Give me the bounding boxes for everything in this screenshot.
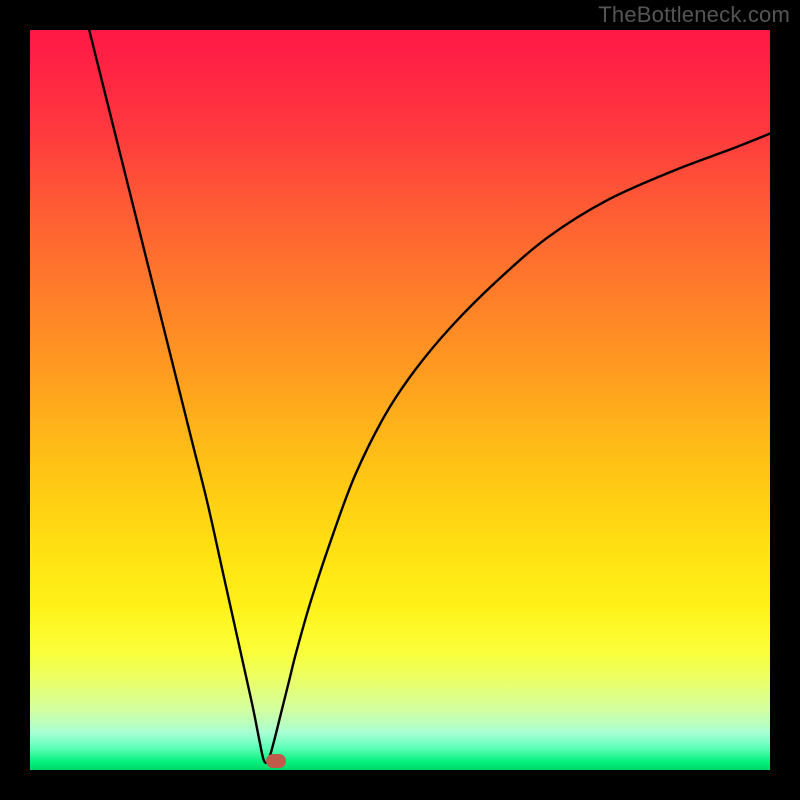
- curve-svg: [30, 30, 770, 770]
- optimum-marker: [266, 754, 286, 768]
- bottleneck-curve: [89, 30, 770, 763]
- chart-frame: TheBottleneck.com: [0, 0, 800, 800]
- plot-area: [30, 30, 770, 770]
- watermark-text: TheBottleneck.com: [598, 2, 790, 28]
